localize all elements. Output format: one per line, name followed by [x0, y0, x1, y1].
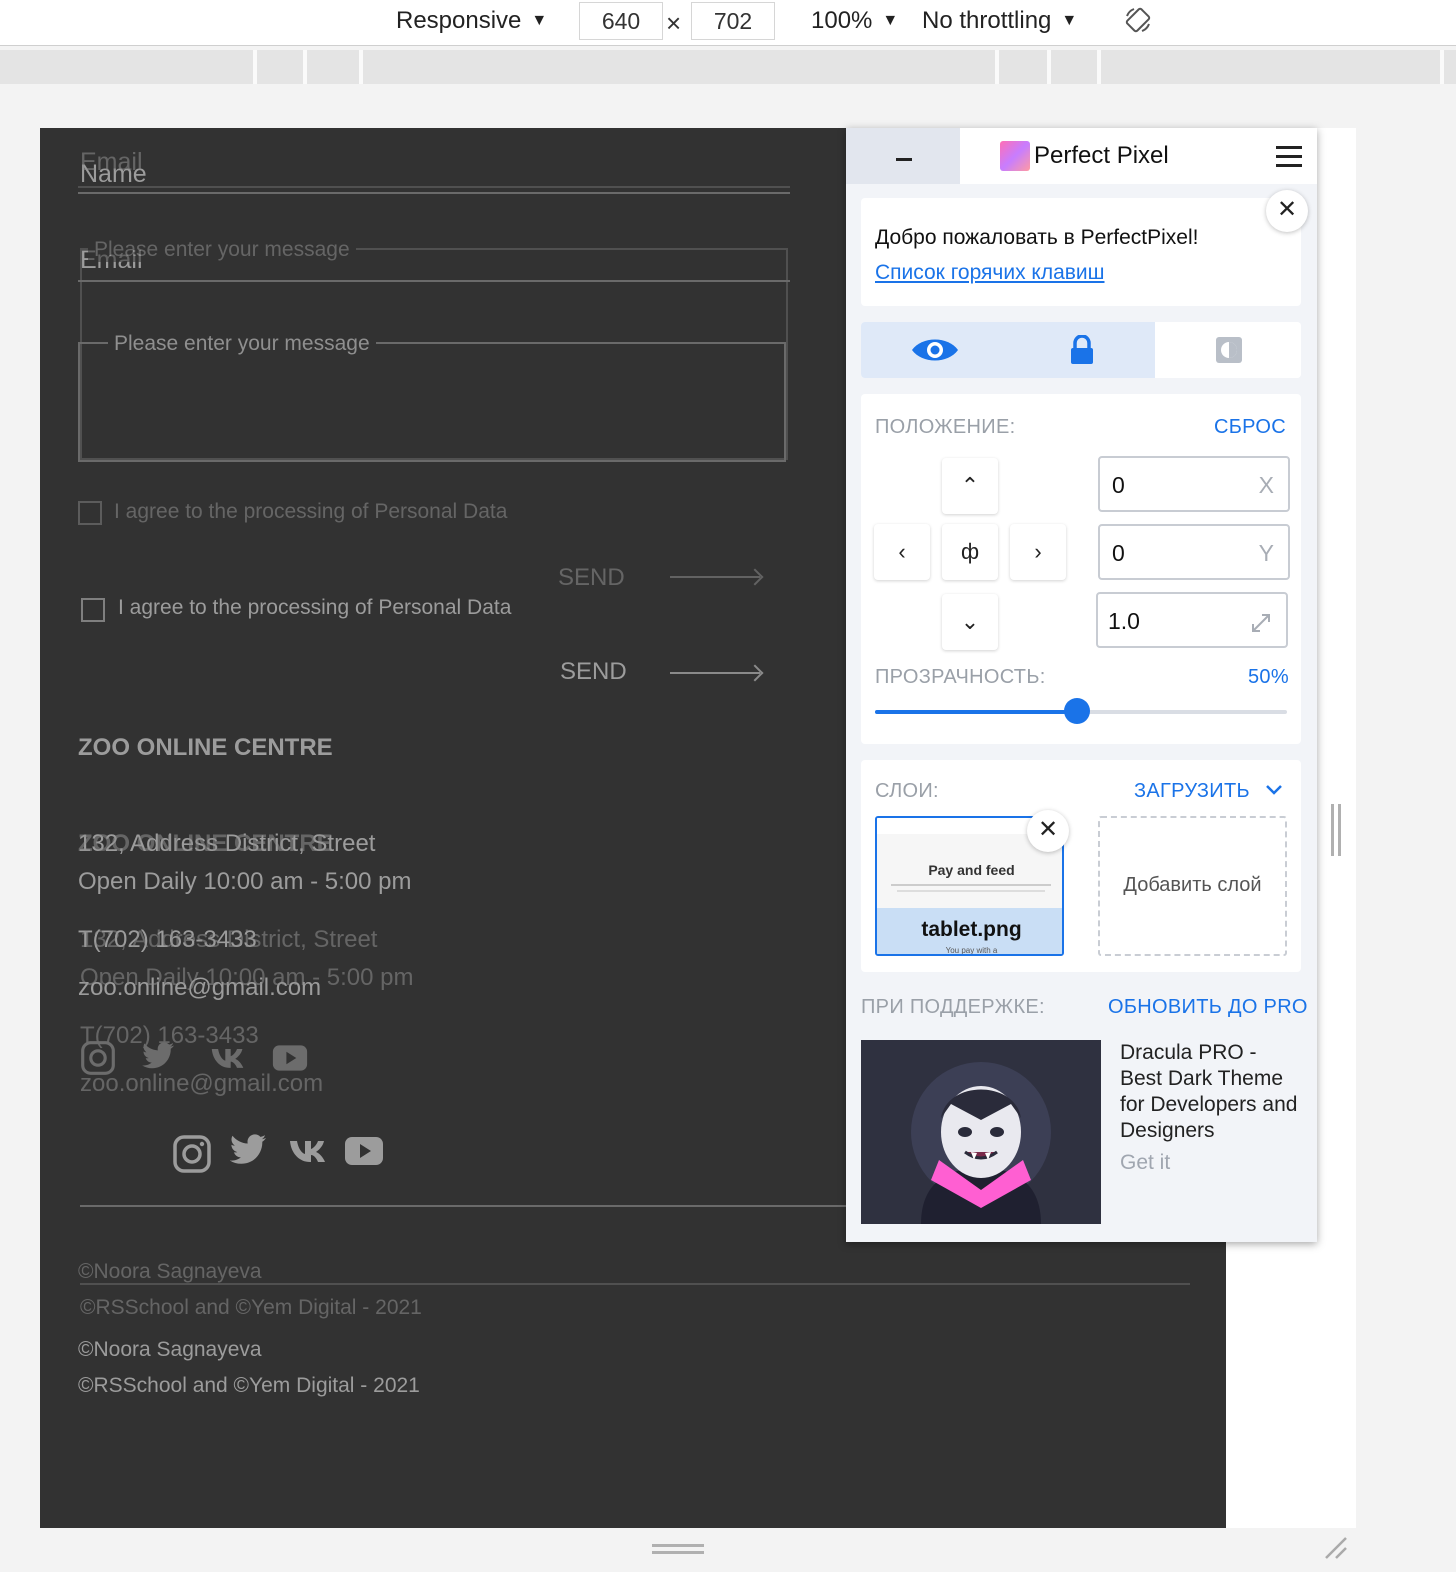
center-button[interactable]: ф: [942, 524, 998, 580]
dracula-ad-image[interactable]: [861, 1040, 1101, 1224]
overlay-copyright-school: ©RSSchool and ©Yem Digital - 2021: [80, 1296, 422, 1319]
scale-input[interactable]: 1.0: [1096, 592, 1288, 648]
height-input[interactable]: 702: [691, 2, 775, 40]
move-up-button[interactable]: ⌃: [942, 458, 998, 514]
add-layer-label: Добавить слой: [1123, 874, 1262, 896]
upload-label: ЗАГРУЗИТЬ: [1134, 780, 1250, 802]
chevron-up-icon: ⌃: [960, 473, 980, 498]
throttling-select[interactable]: No throttling ▼: [922, 0, 1077, 42]
overlay-arrow-icon: [670, 576, 760, 578]
overlay-instagram-icon: [81, 1041, 115, 1075]
ad-cta-link[interactable]: Get it: [1120, 1150, 1300, 1176]
x-value: 0: [1112, 472, 1125, 498]
overlay-youtube-icon: [272, 1045, 308, 1071]
panel-header: Perfect Pixel: [846, 128, 1317, 184]
overlay-message-box: [80, 248, 788, 460]
eye-icon: [911, 339, 958, 361]
overlay-message-placeholder: Please enter your message: [88, 238, 356, 262]
opacity-slider-fill: [875, 710, 1077, 714]
mode-tabs: [861, 322, 1301, 378]
layer-thumb-heading: Pay and feed: [928, 862, 1015, 878]
panel-title: Perfect Pixel: [1034, 142, 1169, 169]
x-unit: X: [1258, 472, 1274, 498]
close-welcome-icon[interactable]: ✕: [1266, 190, 1308, 232]
upgrade-pro-link[interactable]: ОБНОВИТЬ ДО PRO: [1108, 996, 1308, 1019]
lock-icon: [1070, 335, 1093, 364]
bottom-resize-handle[interactable]: [652, 1544, 704, 1556]
hotkeys-link[interactable]: Список горячих клавиш: [875, 261, 1105, 285]
invert-icon: [1215, 337, 1242, 363]
overlay-email-line: [78, 186, 790, 188]
dimension-separator: ×: [666, 8, 682, 38]
zoom-select[interactable]: 100% ▼: [811, 0, 898, 42]
resize-icon: [1252, 614, 1270, 632]
position-label: ПОЛОЖЕНИЕ:: [875, 416, 1016, 438]
chevron-left-icon: ‹: [898, 539, 906, 564]
opacity-slider[interactable]: [875, 698, 1287, 724]
corner-resize-icon[interactable]: [1322, 1534, 1348, 1560]
chevron-down-icon: ▼: [1061, 12, 1078, 29]
opacity-slider-handle[interactable]: [1063, 698, 1090, 724]
overlay-twitter-icon: [142, 1042, 174, 1069]
reset-button[interactable]: СБРОС: [1214, 416, 1286, 439]
chevron-down-icon: ▼: [531, 12, 548, 29]
chevron-down-icon: ⌄: [960, 609, 980, 634]
move-down-button[interactable]: ⌄: [942, 594, 998, 650]
dracula-illustration: [911, 1062, 1051, 1224]
move-right-button[interactable]: ›: [1010, 524, 1066, 580]
hamburger-menu-icon[interactable]: [1276, 146, 1302, 168]
remove-layer-icon[interactable]: ✕: [1027, 810, 1069, 852]
overlay-footer-hours: Open Daily 10:00 am - 5:00 pm: [80, 964, 414, 991]
y-unit: Y: [1258, 540, 1274, 566]
layer-name: tablet.png: [921, 918, 1022, 941]
welcome-text: Добро пожаловать в PerfectPixel!: [875, 226, 1199, 249]
opacity-label: ПРОЗРАЧНОСТЬ:: [875, 666, 1046, 688]
upload-button[interactable]: ЗАГРУЗИТЬ: [1134, 780, 1282, 803]
zoom-label: 100%: [811, 7, 873, 34]
perfectpixel-panel: Perfect Pixel Добро пожаловать в Perfect…: [846, 128, 1317, 1242]
minimize-button[interactable]: [846, 128, 960, 184]
overlay-consent-label: I agree to the processing of Personal Da…: [114, 500, 508, 523]
overlay-footer-address: 132, Address District, Street: [80, 926, 378, 953]
chevron-down-icon: ▼: [882, 12, 899, 29]
overlay-vk-icon: [211, 1049, 244, 1068]
layer-thumb-caption: You pay with a: [945, 946, 998, 955]
y-offset-input[interactable]: 0 Y: [1098, 524, 1290, 580]
overlay-checkbox: [78, 501, 102, 525]
tab-invert[interactable]: [1155, 322, 1301, 378]
overlay-copyright-author: ©Noora Sagnayeva: [78, 1260, 262, 1283]
media-query-ruler[interactable]: [0, 50, 1456, 84]
devtools-toolbar: Responsive ▼ 640 × 702 100% ▼ No throttlin…: [0, 0, 1456, 46]
layers-label: СЛОИ:: [875, 780, 939, 802]
device-label: Responsive: [396, 7, 522, 34]
width-input[interactable]: 640: [579, 2, 663, 40]
add-layer-dropzone[interactable]: Добавить слой: [1098, 816, 1287, 956]
scale-value: 1.0: [1108, 608, 1140, 634]
opacity-value: 50%: [1248, 666, 1289, 688]
y-value: 0: [1112, 540, 1125, 566]
sponsor-label: ПРИ ПОДДЕРЖКЕ:: [861, 996, 1045, 1018]
dracula-ad-text[interactable]: Dracula PRO - Best Dark Theme for Develo…: [1120, 1040, 1300, 1176]
tab-lock[interactable]: [1008, 322, 1155, 378]
rotate-icon[interactable]: [1124, 6, 1152, 34]
perfectpixel-logo: [1000, 141, 1030, 171]
chevron-right-icon: ›: [1034, 539, 1042, 564]
move-left-button[interactable]: ‹: [874, 524, 930, 580]
throttling-label: No throttling: [922, 7, 1052, 34]
device-select[interactable]: Responsive ▼: [396, 0, 547, 42]
overlay-footer-title: ZOO ONLINE CENTRE: [78, 830, 333, 857]
center-icon: ф: [960, 539, 980, 564]
overlay-footer-email: zoo.online@gmail.com: [80, 1070, 324, 1097]
right-resize-handle[interactable]: [1331, 804, 1341, 856]
welcome-card: Добро пожаловать в PerfectPixel! Список …: [861, 198, 1301, 306]
ad-title: Dracula PRO - Best Dark Theme for Develo…: [1120, 1041, 1298, 1142]
x-offset-input[interactable]: 0 X: [1098, 456, 1290, 512]
overlay-send-label: SEND: [558, 564, 625, 591]
chevron-down-icon: [1265, 785, 1282, 795]
tab-visibility[interactable]: [861, 322, 1008, 378]
overlay-email-label: Email: [80, 148, 143, 176]
